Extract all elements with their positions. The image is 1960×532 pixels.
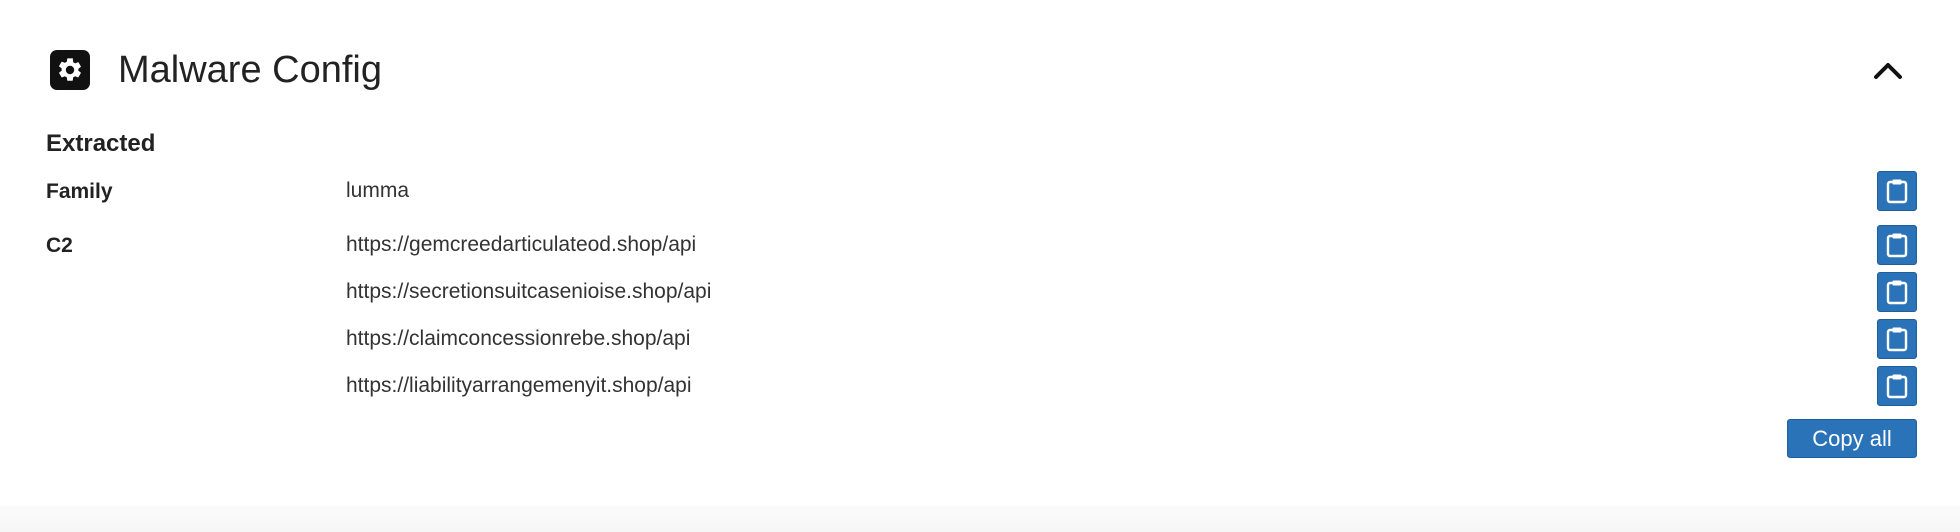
gear-icon (50, 50, 90, 90)
clipboard-icon (1886, 374, 1908, 399)
copy-c2-button[interactable] (1877, 272, 1917, 312)
page-title: Malware Config (118, 49, 382, 91)
row-label-family: Family (46, 180, 113, 203)
clipboard-icon (1886, 179, 1908, 204)
malware-config-panel: Malware Config Extracted Family lumma C2… (0, 0, 1960, 506)
c2-value: https://claimconcessionrebe.shop/api (346, 327, 691, 350)
copy-c2-button[interactable] (1877, 319, 1917, 359)
chevron-up-icon (1874, 63, 1902, 79)
row-label-c2: C2 (46, 234, 73, 257)
page-background (0, 506, 1960, 532)
clipboard-icon (1886, 280, 1908, 305)
c2-value: https://gemcreedarticulateod.shop/api (346, 233, 697, 256)
clipboard-icon (1886, 233, 1908, 258)
copy-family-button[interactable] (1877, 171, 1917, 211)
collapse-button[interactable] (1868, 53, 1908, 87)
clipboard-icon (1886, 327, 1908, 352)
copy-c2-button[interactable] (1877, 225, 1917, 265)
section-heading: Extracted (46, 130, 156, 157)
c2-value: https://secretionsuitcasenioise.shop/api (346, 280, 712, 303)
copy-all-button[interactable]: Copy all (1787, 419, 1917, 458)
c2-value: https://liabilityarrangemenyit.shop/api (346, 374, 692, 397)
family-value: lumma (346, 179, 410, 202)
copy-c2-button[interactable] (1877, 366, 1917, 406)
